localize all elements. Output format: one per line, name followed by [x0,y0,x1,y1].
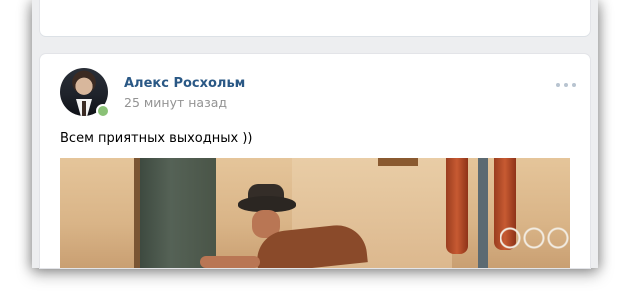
avatar-tie [82,101,86,116]
media-railing [500,218,570,268]
media-roof [378,158,418,166]
media-person-arm [200,256,260,268]
post-text: Всем приятных выходных )) [60,131,253,146]
more-dots-icon[interactable] [556,82,576,88]
online-status-icon [96,104,110,118]
post-timestamp-link[interactable]: 25 минут назад [124,95,227,110]
post-card: Алекс Росхольм 25 минут назад Всем прият… [40,54,590,268]
author-name-link[interactable]: Алекс Росхольм [124,76,245,91]
media-door [140,158,216,268]
previous-post-card [40,0,590,36]
post-media-gif[interactable] [60,158,570,268]
media-pole [478,158,488,268]
media-umbrella-left [446,158,468,254]
dot [572,83,576,87]
feed-frame: Алекс Росхольм 25 минут назад Всем прият… [32,0,598,268]
dot [556,83,560,87]
dot [564,83,568,87]
